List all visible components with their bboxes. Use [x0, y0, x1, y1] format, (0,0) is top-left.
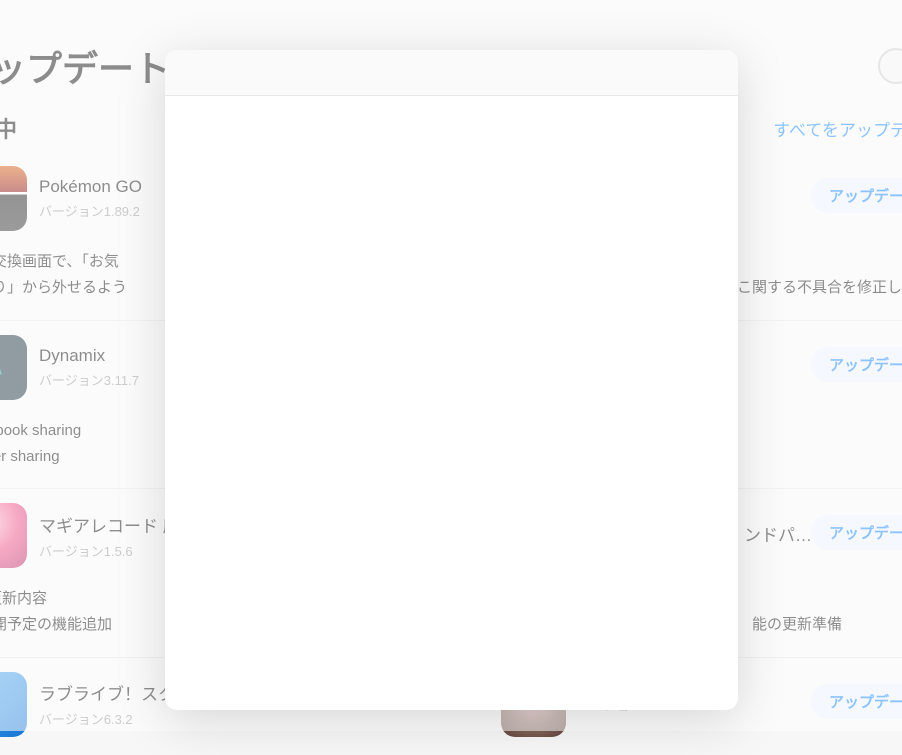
modal-header	[165, 50, 738, 96]
modal-overlay[interactable]	[0, 0, 902, 731]
modal-dialog	[165, 50, 738, 710]
